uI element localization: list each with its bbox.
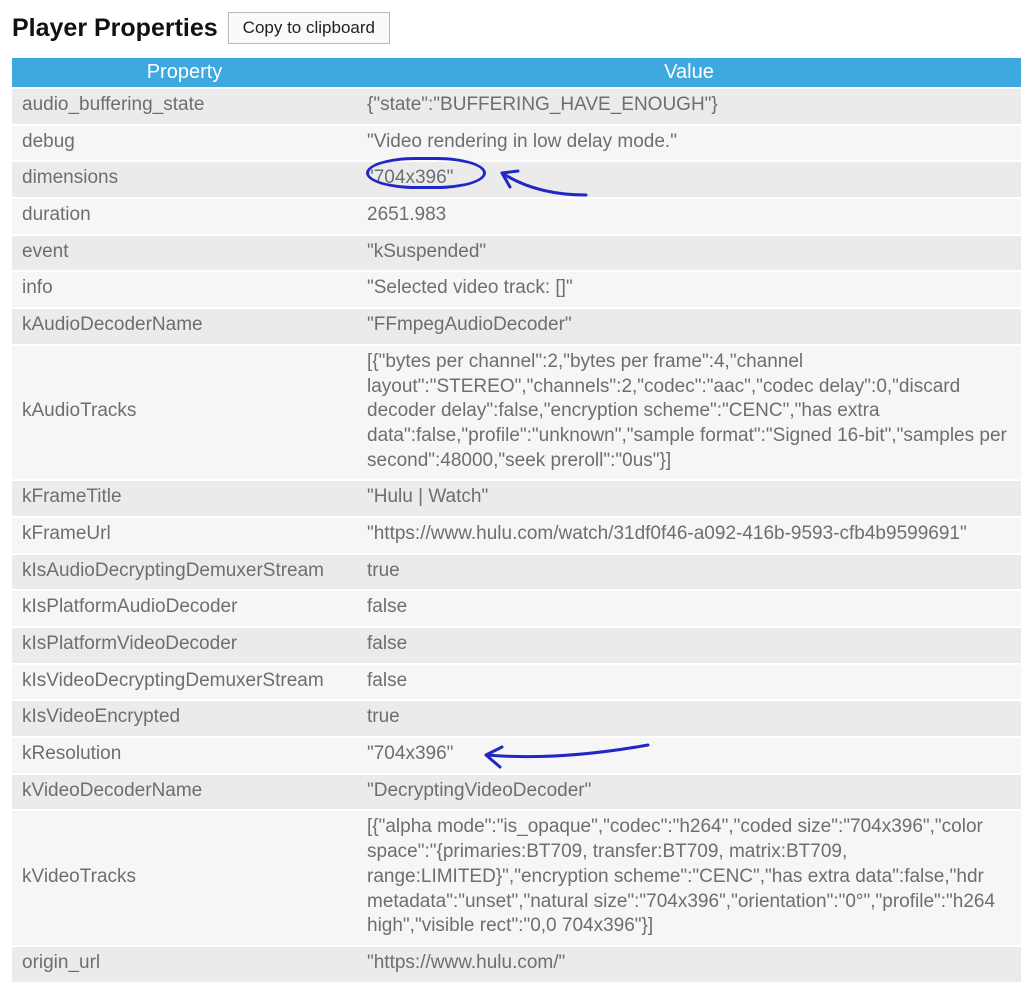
table-row: dimensions"704x396" xyxy=(12,161,1021,198)
table-row: kVideoDecoderName"DecryptingVideoDecoder… xyxy=(12,774,1021,811)
value-cell: {"state":"BUFFERING_HAVE_ENOUGH"} xyxy=(357,88,1021,125)
property-cell: dimensions xyxy=(12,161,357,198)
column-header-value: Value xyxy=(357,58,1021,88)
properties-table: Property Value audio_buffering_state{"st… xyxy=(12,58,1021,984)
table-row: kVideoTracks[{"alpha mode":"is_opaque","… xyxy=(12,810,1021,945)
property-cell: kIsVideoEncrypted xyxy=(12,700,357,737)
property-cell: debug xyxy=(12,125,357,162)
table-row: kFrameTitle"Hulu | Watch" xyxy=(12,480,1021,517)
value-cell: [{"bytes per channel":2,"bytes per frame… xyxy=(357,345,1021,480)
property-cell: kVideoTracks xyxy=(12,810,357,945)
property-cell: origin_url xyxy=(12,946,357,983)
value-cell: false xyxy=(357,627,1021,664)
table-row: origin_url"https://www.hulu.com/" xyxy=(12,946,1021,983)
property-cell: kAudioTracks xyxy=(12,345,357,480)
property-cell: kFrameTitle xyxy=(12,480,357,517)
property-cell: kIsPlatformAudioDecoder xyxy=(12,590,357,627)
table-row: debug"Video rendering in low delay mode.… xyxy=(12,125,1021,162)
table-row: event"kSuspended" xyxy=(12,235,1021,272)
value-cell: true xyxy=(357,700,1021,737)
property-cell: info xyxy=(12,271,357,308)
table-row: info"Selected video track: []" xyxy=(12,271,1021,308)
header-bar: Player Properties Copy to clipboard xyxy=(12,12,1021,44)
property-cell: kVideoDecoderName xyxy=(12,774,357,811)
value-cell: "FFmpegAudioDecoder" xyxy=(357,308,1021,345)
value-cell: "https://www.hulu.com/watch/31df0f46-a09… xyxy=(357,517,1021,554)
value-cell: [{"alpha mode":"is_opaque","codec":"h264… xyxy=(357,810,1021,945)
table-row: kResolution"704x396" xyxy=(12,737,1021,774)
value-cell: "704x396" xyxy=(357,161,1021,198)
table-row: kIsPlatformAudioDecoderfalse xyxy=(12,590,1021,627)
column-header-property: Property xyxy=(12,58,357,88)
table-row: kIsPlatformVideoDecoderfalse xyxy=(12,627,1021,664)
table-row: kIsVideoDecryptingDemuxerStreamfalse xyxy=(12,664,1021,701)
property-cell: kIsVideoDecryptingDemuxerStream xyxy=(12,664,357,701)
property-cell: kResolution xyxy=(12,737,357,774)
property-cell: kIsPlatformVideoDecoder xyxy=(12,627,357,664)
table-row: kIsVideoEncryptedtrue xyxy=(12,700,1021,737)
table-row: kIsAudioDecryptingDemuxerStreamtrue xyxy=(12,554,1021,591)
value-cell: "704x396" xyxy=(357,737,1021,774)
table-row: kFrameUrl"https://www.hulu.com/watch/31d… xyxy=(12,517,1021,554)
value-cell: true xyxy=(357,554,1021,591)
property-cell: kIsAudioDecryptingDemuxerStream xyxy=(12,554,357,591)
table-row: kAudioDecoderName"FFmpegAudioDecoder" xyxy=(12,308,1021,345)
property-cell: duration xyxy=(12,198,357,235)
table-container: Property Value audio_buffering_state{"st… xyxy=(12,58,1021,984)
table-row: audio_buffering_state{"state":"BUFFERING… xyxy=(12,88,1021,125)
property-cell: kAudioDecoderName xyxy=(12,308,357,345)
value-cell: "DecryptingVideoDecoder" xyxy=(357,774,1021,811)
value-cell: false xyxy=(357,664,1021,701)
table-row: kAudioTracks[{"bytes per channel":2,"byt… xyxy=(12,345,1021,480)
table-row: duration2651.983 xyxy=(12,198,1021,235)
value-cell: "Video rendering in low delay mode." xyxy=(357,125,1021,162)
copy-to-clipboard-button[interactable]: Copy to clipboard xyxy=(228,12,390,44)
property-cell: event xyxy=(12,235,357,272)
property-cell: audio_buffering_state xyxy=(12,88,357,125)
value-cell: "kSuspended" xyxy=(357,235,1021,272)
value-cell: 2651.983 xyxy=(357,198,1021,235)
value-cell: "https://www.hulu.com/" xyxy=(357,946,1021,983)
value-cell: "Hulu | Watch" xyxy=(357,480,1021,517)
page-title: Player Properties xyxy=(12,14,218,43)
value-cell: "Selected video track: []" xyxy=(357,271,1021,308)
value-cell: false xyxy=(357,590,1021,627)
property-cell: kFrameUrl xyxy=(12,517,357,554)
